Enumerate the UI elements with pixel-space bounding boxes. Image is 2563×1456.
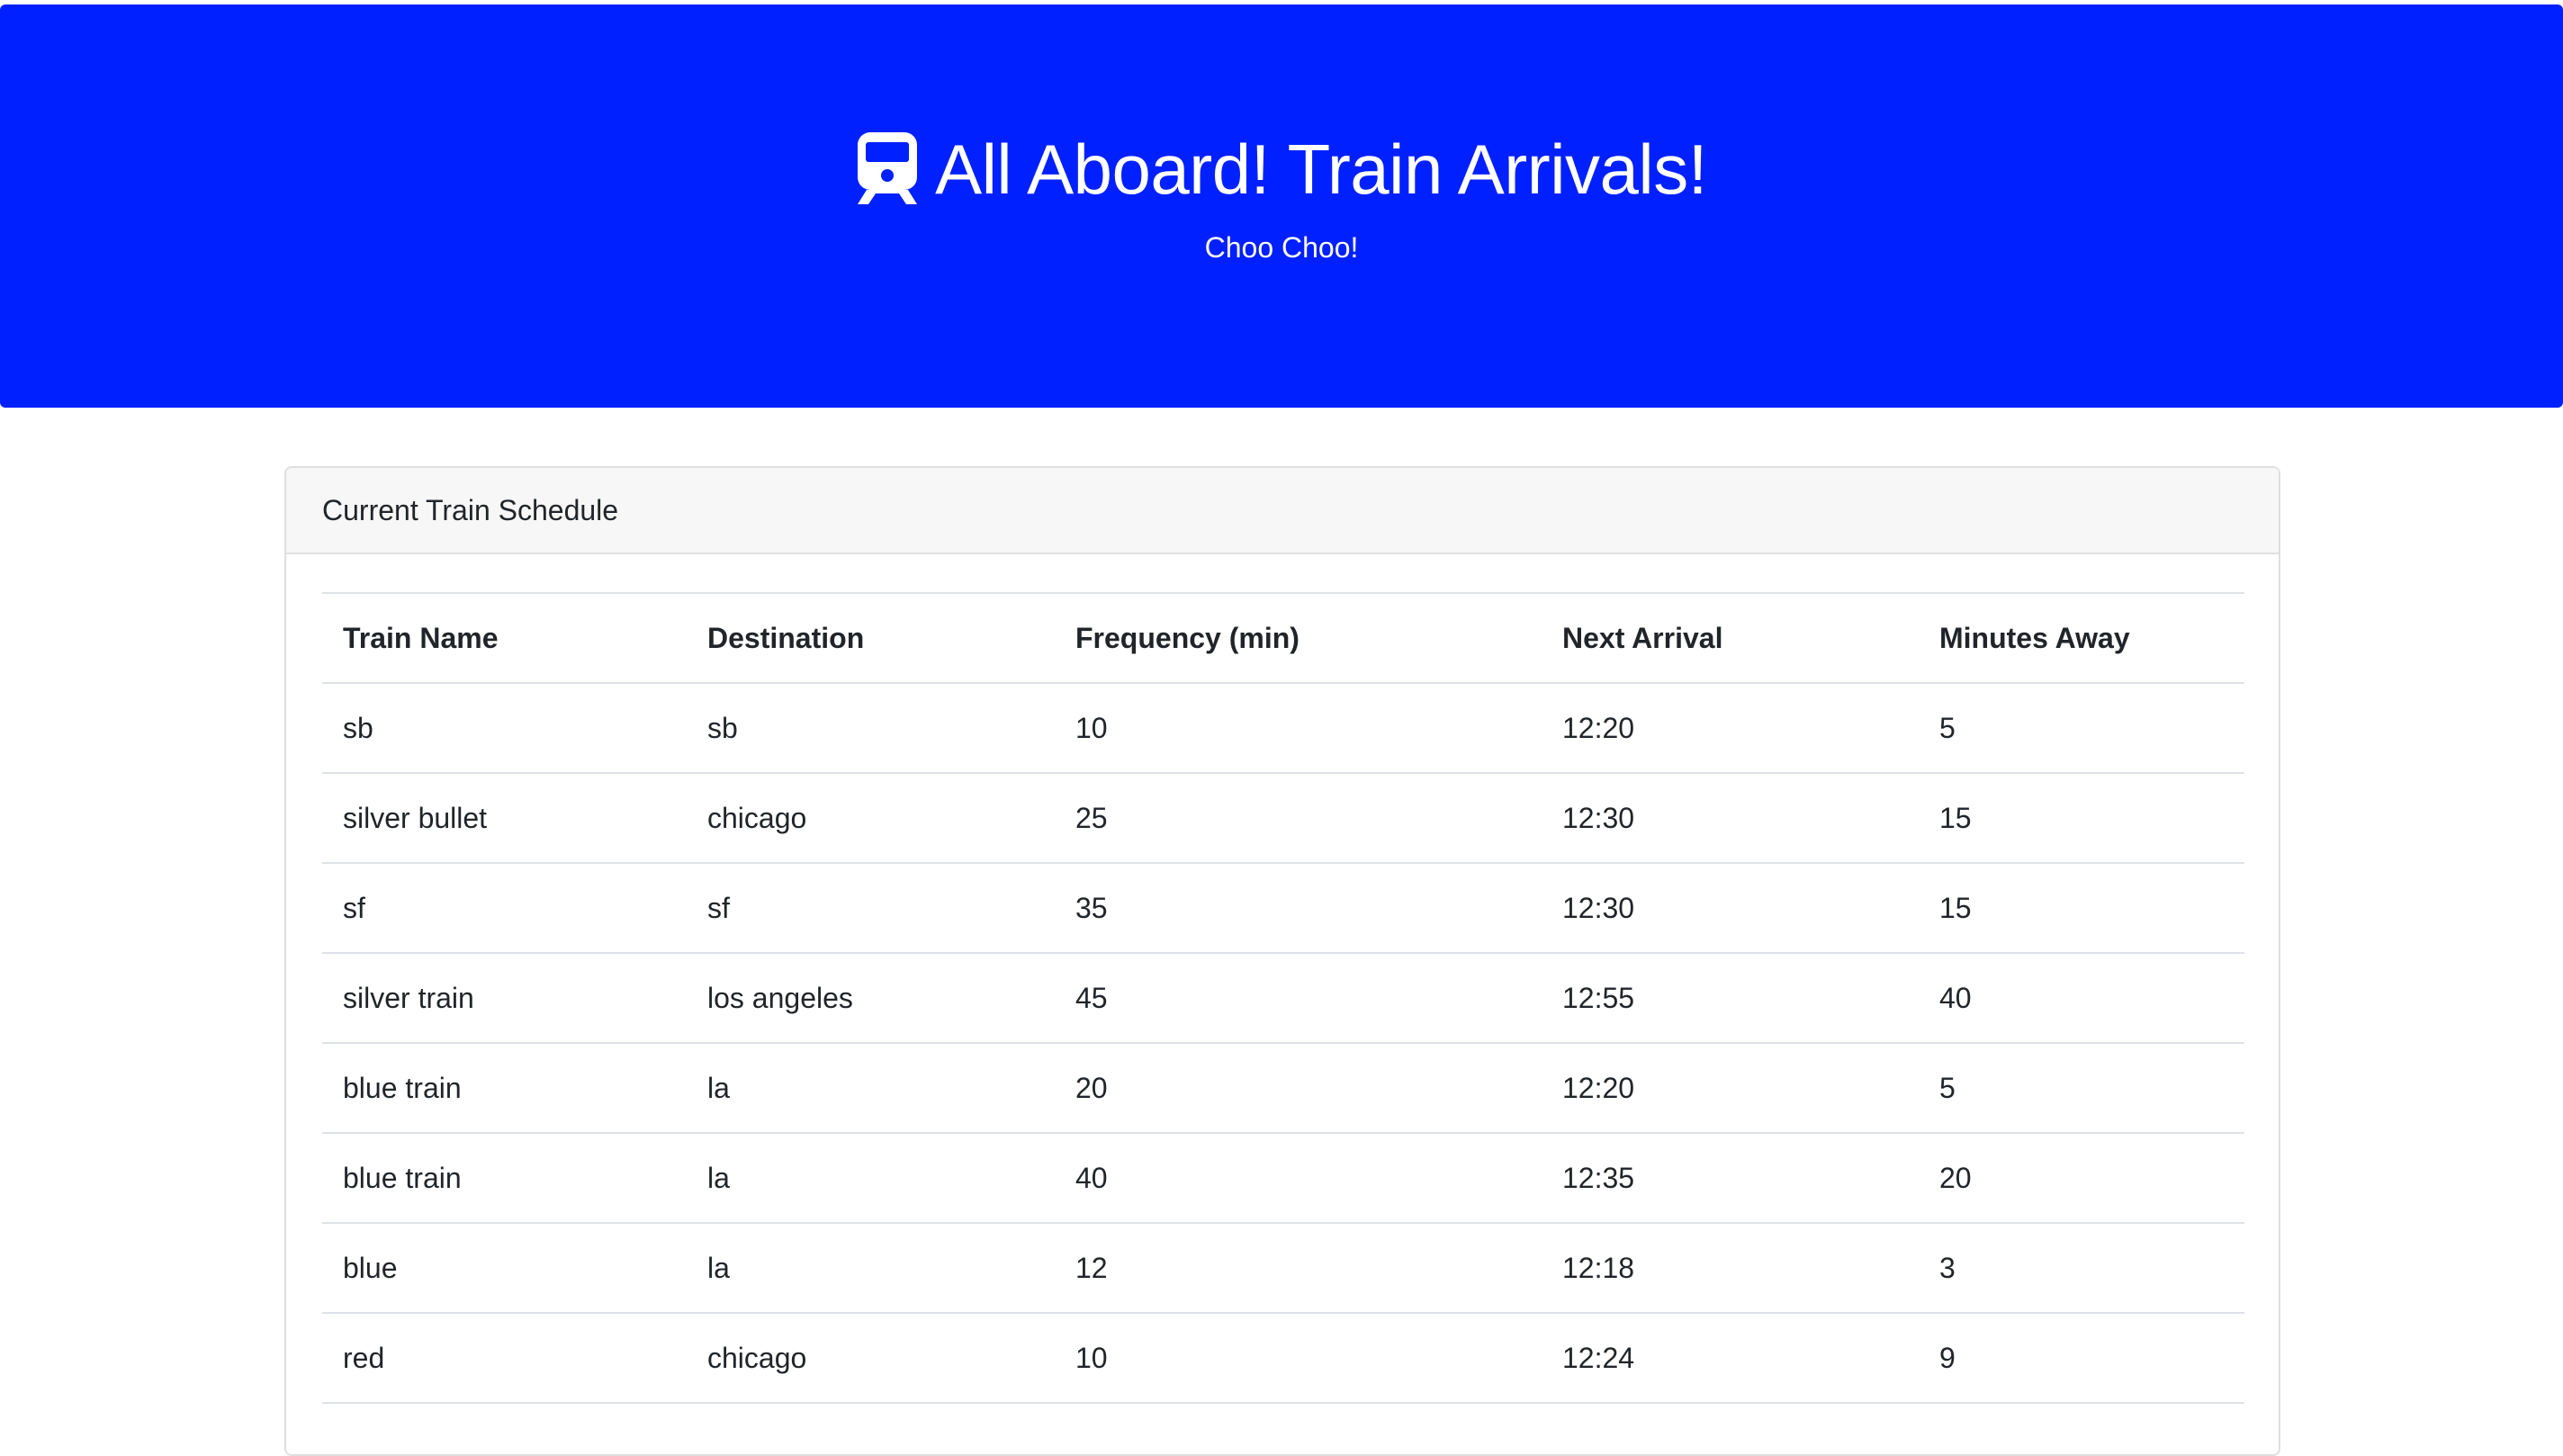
cell-train-name: sb (322, 682, 687, 773)
cell-destination: sf (687, 862, 1055, 953)
cell-next-arrival: 12:30 (1542, 772, 1919, 863)
cell-destination: chicago (687, 772, 1055, 863)
cell-next-arrival: 12:30 (1542, 862, 1919, 953)
schedule-card: Current Train Schedule Train Name Destin… (284, 466, 2280, 1456)
table-row: blue train la 40 12:35 20 (322, 1132, 2244, 1223)
column-header-minutes-away: Minutes Away (1919, 592, 2244, 684)
cell-minutes-away: 20 (1919, 1132, 2244, 1223)
cell-minutes-away: 3 (1919, 1222, 2244, 1313)
cell-next-arrival: 12:35 (1542, 1132, 1919, 1223)
cell-next-arrival: 12:20 (1542, 1042, 1919, 1133)
cell-next-arrival: 12:20 (1542, 682, 1919, 773)
table-row: blue train la 20 12:20 5 (322, 1042, 2244, 1133)
column-header-destination: Destination (687, 592, 1055, 684)
table-row: red chicago 10 12:24 9 (322, 1312, 2244, 1404)
cell-train-name: blue train (322, 1042, 687, 1133)
table-row: sf sf 35 12:30 15 (322, 862, 2244, 953)
cell-destination: chicago (687, 1312, 1055, 1404)
cell-frequency: 35 (1055, 862, 1542, 953)
cell-train-name: red (322, 1312, 687, 1404)
cell-train-name: sf (322, 862, 687, 953)
table-row: sb sb 10 12:20 5 (322, 682, 2244, 773)
column-header-frequency: Frequency (min) (1055, 592, 1542, 684)
schedule-table-container: Train Name Destination Frequency (min) N… (322, 592, 2244, 1404)
cell-destination: la (687, 1132, 1055, 1223)
table-row: silver bullet chicago 25 12:30 15 (322, 772, 2244, 863)
cell-minutes-away: 5 (1919, 682, 2244, 773)
page-title-text: All Aboard! Train Arrivals! (935, 130, 1707, 209)
cell-train-name: blue (322, 1222, 687, 1313)
cell-destination: la (687, 1042, 1055, 1133)
cell-next-arrival: 12:18 (1542, 1222, 1919, 1313)
cell-destination: sb (687, 682, 1055, 773)
table-header-row: Train Name Destination Frequency (min) N… (322, 592, 2244, 684)
cell-frequency: 25 (1055, 772, 1542, 863)
page-title: All Aboard! Train Arrivals! (0, 120, 2563, 219)
column-header-train-name: Train Name (322, 592, 687, 684)
table-row: blue la 12 12:18 3 (322, 1222, 2244, 1313)
cell-train-name: silver bullet (322, 772, 687, 863)
cell-frequency: 10 (1055, 682, 1542, 773)
cell-frequency: 10 (1055, 1312, 1542, 1404)
table-row: silver train los angeles 45 12:55 40 (322, 952, 2244, 1043)
cell-minutes-away: 5 (1919, 1042, 2244, 1133)
cell-minutes-away: 15 (1919, 772, 2244, 863)
train-icon (858, 132, 918, 204)
cell-destination: los angeles (687, 952, 1055, 1043)
cell-minutes-away: 15 (1919, 862, 2244, 953)
column-header-next-arrival: Next Arrival (1542, 592, 1919, 684)
cell-frequency: 12 (1055, 1222, 1542, 1313)
cell-next-arrival: 12:55 (1542, 952, 1919, 1043)
card-title: Current Train Schedule (286, 468, 2279, 554)
cell-frequency: 45 (1055, 952, 1542, 1043)
schedule-table: Train Name Destination Frequency (min) N… (322, 592, 2244, 1404)
cell-next-arrival: 12:24 (1542, 1312, 1919, 1404)
cell-minutes-away: 40 (1919, 952, 2244, 1043)
cell-destination: la (687, 1222, 1055, 1313)
cell-train-name: silver train (322, 952, 687, 1043)
cell-train-name: blue train (322, 1132, 687, 1223)
page-subtitle: Choo Choo! (1204, 231, 1359, 264)
header-banner: All Aboard! Train Arrivals! Choo Choo! (0, 4, 2563, 408)
cell-frequency: 20 (1055, 1042, 1542, 1133)
cell-frequency: 40 (1055, 1132, 1542, 1223)
cell-minutes-away: 9 (1919, 1312, 2244, 1404)
